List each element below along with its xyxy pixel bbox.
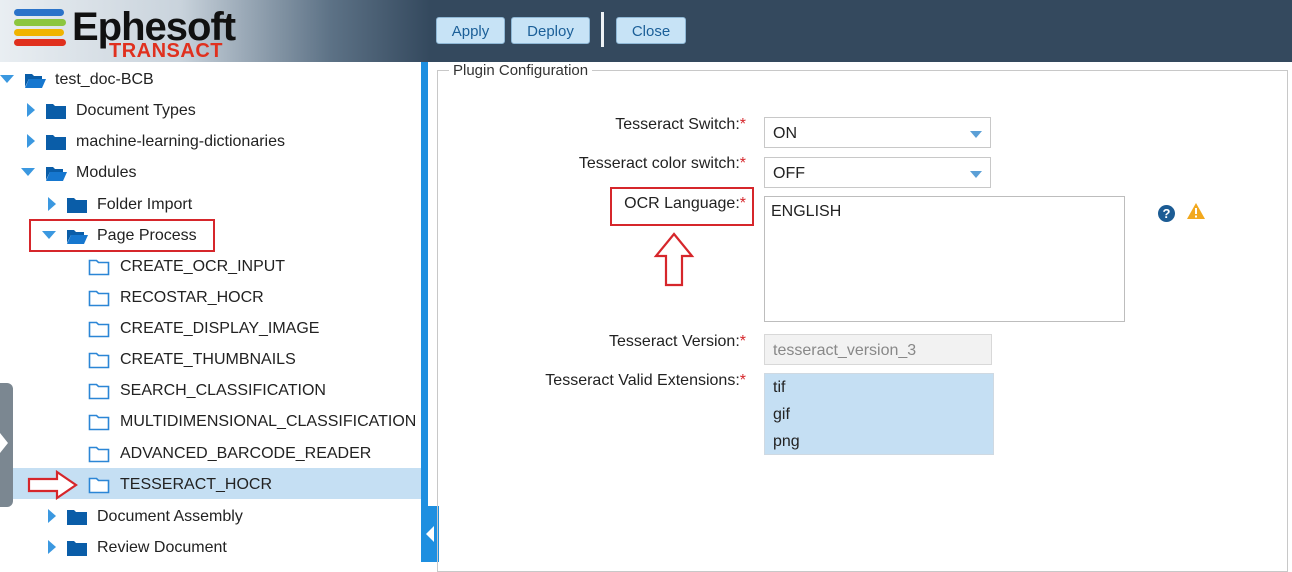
collapsed-arrow-icon[interactable] (45, 501, 59, 532)
expanded-arrow-icon[interactable] (21, 157, 35, 188)
tree-node-document-types[interactable]: Document Types (0, 95, 421, 126)
tree-node-root[interactable]: test_doc-BCB (0, 64, 421, 95)
select-value: ON (773, 125, 797, 142)
help-icon[interactable]: ? (1158, 205, 1175, 222)
tree-node-label: Modules (76, 164, 137, 181)
tree-node-folder-import[interactable]: Folder Import (0, 189, 421, 220)
caret-down-icon (970, 131, 982, 138)
chevron-right-icon (0, 433, 8, 453)
side-panel-toggle[interactable] (0, 383, 13, 507)
ocr-language-label-wrap: OCR Language:* (440, 195, 746, 217)
app-header: Ephesoft TRANSACT Apply Deploy Close (0, 0, 1292, 62)
folder-outline-icon (88, 477, 110, 494)
tree-node-document-assembly[interactable]: Document Assembly (0, 501, 421, 532)
select-value: OFF (773, 165, 805, 182)
tree-node-label: RECOSTAR_HOCR (120, 289, 264, 306)
tree-node-label: machine-learning-dictionaries (76, 133, 285, 150)
folder-closed-icon (46, 135, 66, 150)
tree-node-label: TESSERACT_HOCR (120, 476, 273, 493)
extensions-label-wrap: Tesseract Valid Extensions:* (440, 372, 746, 394)
panel-splitter[interactable] (421, 62, 428, 562)
tesseract-switch-select[interactable]: ON (764, 117, 991, 148)
folder-outline-icon (88, 383, 110, 400)
tesseract-version-label: Tesseract Version:* (609, 333, 746, 350)
ephesoft-logo: Ephesoft TRANSACT (14, 5, 244, 62)
header-separator (601, 12, 604, 47)
expanded-arrow-icon[interactable] (0, 64, 14, 95)
tree-node-label: MULTIDIMENSIONAL_CLASSIFICATION (120, 413, 417, 430)
ocr-language-label: OCR Language:* (624, 195, 746, 212)
warning-icon[interactable] (1186, 202, 1206, 220)
tree-node-modules[interactable]: Modules (0, 157, 421, 188)
valid-extensions-label: Tesseract Valid Extensions:* (545, 372, 746, 389)
tree-node-label: Review Document (97, 539, 227, 556)
folder-closed-icon (46, 104, 66, 119)
close-button[interactable]: Close (616, 17, 686, 44)
extension-option[interactable]: png (765, 428, 993, 455)
collapsed-arrow-icon[interactable] (45, 532, 59, 562)
color-switch-label-wrap: Tesseract color switch:* (440, 155, 746, 177)
tree-node-plugin[interactable]: CREATE_DISPLAY_IMAGE (0, 313, 421, 344)
folder-open-icon (46, 167, 67, 181)
folder-closed-icon (67, 510, 87, 525)
caret-down-icon (970, 171, 982, 178)
folder-outline-icon (88, 352, 110, 369)
tree-node-ml-dictionaries[interactable]: machine-learning-dictionaries (0, 126, 421, 157)
tree-node-label: Document Types (76, 102, 196, 119)
collapse-left-icon (426, 526, 434, 542)
panel-legend: Plugin Configuration (449, 62, 593, 79)
collapsed-arrow-icon[interactable] (24, 95, 38, 126)
ocr-language-textarea[interactable]: ENGLISH (764, 196, 1125, 322)
color-switch-label: Tesseract color switch:* (578, 155, 746, 172)
tree-node-plugin[interactable]: SEARCH_CLASSIFICATION (0, 375, 421, 406)
tree-node-label: ADVANCED_BARCODE_READER (120, 445, 372, 462)
tree-node-plugin[interactable]: CREATE_OCR_INPUT (0, 251, 421, 282)
tree-node-plugin[interactable]: MULTIDIMENSIONAL_CLASSIFICATION (0, 406, 421, 437)
tree-node-plugin[interactable]: CREATE_THUMBNAILS (0, 344, 421, 375)
tree-node-label: Folder Import (97, 196, 193, 213)
deploy-button[interactable]: Deploy (511, 17, 590, 44)
annotation-up-arrow-icon (653, 232, 695, 287)
tesseract-version-field: tesseract_version_3 (764, 334, 992, 365)
folder-outline-icon (88, 446, 110, 463)
tree-node-label: CREATE_OCR_INPUT (120, 258, 286, 275)
tree-node-review-document[interactable]: Review Document (0, 532, 421, 562)
tree-node-label: CREATE_THUMBNAILS (120, 351, 296, 368)
collapsed-arrow-icon[interactable] (45, 189, 59, 220)
extension-option[interactable]: gif (765, 401, 993, 428)
folder-outline-icon (88, 290, 110, 307)
brand-subtitle: TRANSACT (109, 40, 223, 62)
extension-option[interactable]: tif (765, 374, 993, 401)
collapsed-arrow-icon[interactable] (24, 126, 38, 157)
tesseract-switch-label-wrap: Tesseract Switch:* (440, 116, 746, 138)
annotation-right-arrow-icon (27, 470, 78, 500)
tree-node-label: SEARCH_CLASSIFICATION (120, 382, 326, 399)
folder-outline-icon (88, 414, 110, 431)
annotation-highlight-box (29, 219, 215, 252)
tree-node-label: CREATE_DISPLAY_IMAGE (120, 320, 320, 337)
folder-closed-icon (67, 541, 87, 556)
folder-closed-icon (67, 198, 87, 213)
version-label-wrap: Tesseract Version:* (440, 333, 746, 355)
apply-button[interactable]: Apply (436, 17, 505, 44)
tree-node-label: Document Assembly (97, 508, 243, 525)
folder-outline-icon (88, 259, 110, 276)
tree-node-label: test_doc-BCB (55, 71, 154, 88)
color-switch-select[interactable]: OFF (764, 157, 991, 188)
folder-outline-icon (88, 321, 110, 338)
tesseract-switch-label: Tesseract Switch:* (615, 116, 746, 133)
folder-open-icon (25, 74, 46, 88)
tree-node-plugin[interactable]: ADVANCED_BARCODE_READER (0, 438, 421, 469)
valid-extensions-listbox[interactable]: tif gif png (764, 373, 994, 455)
tree-node-plugin[interactable]: RECOSTAR_HOCR (0, 282, 421, 313)
